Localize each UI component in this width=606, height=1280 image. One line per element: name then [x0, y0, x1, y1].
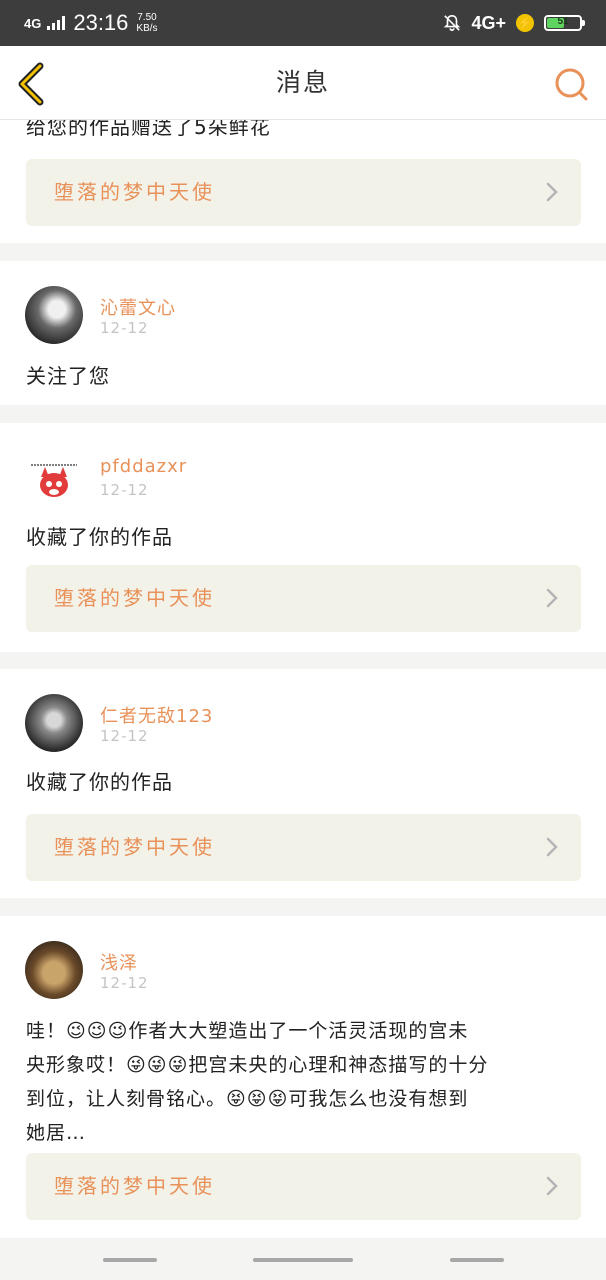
message-list[interactable]: 给您的作品赠送了5朵鲜花 堕落的梦中天使 沁蕾文心 12-12 关注了您 pfd…	[0, 120, 606, 1238]
chevron-right-icon	[546, 588, 558, 608]
message-date: 12-12	[100, 481, 149, 499]
speed-value: 7.50	[137, 12, 157, 23]
work-link[interactable]: 堕落的梦中天使	[26, 1153, 581, 1220]
clock: 23:16	[73, 10, 129, 35]
message-date: 12-12	[100, 974, 149, 992]
network-speed: 7.50 KB/s	[136, 12, 157, 34]
avatar[interactable]	[25, 286, 83, 344]
work-link[interactable]: 堕落的梦中天使	[26, 565, 581, 632]
gesture-pill-left[interactable]	[103, 1258, 157, 1262]
work-link[interactable]: 堕落的梦中天使	[26, 814, 581, 881]
message-card: 浅泽 12-12 哇！😉😉😉作者大大塑造出了一个活灵活现的宫未 央形象哎！😜😜😜…	[0, 916, 606, 1238]
status-right: 4G+ ⚡ 51	[443, 12, 585, 34]
username[interactable]: pfddazxr	[100, 456, 187, 477]
page-title: 消息	[275, 68, 330, 97]
work-title: 堕落的梦中天使	[54, 180, 215, 204]
signal-icon	[47, 16, 66, 30]
avatar-image	[31, 464, 77, 497]
message-text: 关注了您	[26, 364, 110, 388]
gesture-bar	[0, 1238, 606, 1280]
work-title: 堕落的梦中天使	[54, 586, 215, 610]
message-text-line: 到位，让人刻骨铭心。😝😝😝可我怎么也没有想到	[26, 1088, 469, 1110]
message-text-line: 央形象哎！😜😜😜把宫未央的心理和神态描写的十分	[26, 1054, 489, 1076]
message-text: 收藏了你的作品	[26, 525, 173, 549]
chevron-right-icon	[546, 1176, 558, 1196]
message-text-line: 哇！😉😉😉作者大大塑造出了一个活灵活现的宫未	[26, 1020, 469, 1042]
message-card: 给您的作品赠送了5朵鲜花 堕落的梦中天使	[0, 120, 606, 243]
username[interactable]: 沁蕾文心	[100, 294, 176, 320]
speed-unit: KB/s	[136, 23, 158, 34]
charging-icon: ⚡	[516, 14, 534, 32]
work-title: 堕落的梦中天使	[54, 835, 215, 859]
avatar[interactable]	[25, 451, 83, 509]
bell-off-icon	[444, 14, 461, 31]
username[interactable]: 仁者无敌123	[100, 702, 213, 728]
work-title: 堕落的梦中天使	[54, 1174, 215, 1198]
gesture-pill-home[interactable]	[253, 1258, 353, 1262]
message-text: 给您的作品赠送了5朵鲜花	[26, 120, 271, 139]
gesture-pill-right[interactable]	[450, 1258, 504, 1262]
message-date: 12-12	[100, 319, 149, 337]
chevron-right-icon	[546, 837, 558, 857]
message-card: 沁蕾文心 12-12 关注了您	[0, 261, 606, 405]
network-type-right: 4G+	[471, 12, 506, 33]
avatar[interactable]	[25, 941, 83, 999]
status-bar: 4G 23:16 7.50 KB/s 4G+ ⚡ 51	[0, 0, 606, 46]
message-text: 收藏了你的作品	[26, 770, 173, 794]
message-text-line: 她居…	[26, 1122, 87, 1144]
network-type: 4G	[24, 15, 42, 31]
avatar[interactable]	[25, 694, 83, 752]
battery-level: 51	[557, 16, 569, 27]
username[interactable]: 浅泽	[100, 949, 138, 975]
search-icon[interactable]	[554, 66, 590, 102]
message-card: 仁者无敌123 12-12 收藏了你的作品 堕落的梦中天使	[0, 669, 606, 898]
message-text: 哇！😉😉😉作者大大塑造出了一个活灵活现的宫未 央形象哎！😜😜😜把宫未央的心理和神…	[26, 1014, 580, 1150]
battery-icon: 51	[544, 15, 585, 31]
chevron-right-icon	[546, 182, 558, 202]
message-card: pfddazxr 12-12 收藏了你的作品 堕落的梦中天使	[0, 423, 606, 652]
message-date: 12-12	[100, 727, 149, 745]
nav-bar: 消息	[0, 46, 606, 120]
work-link[interactable]: 堕落的梦中天使	[26, 159, 581, 226]
